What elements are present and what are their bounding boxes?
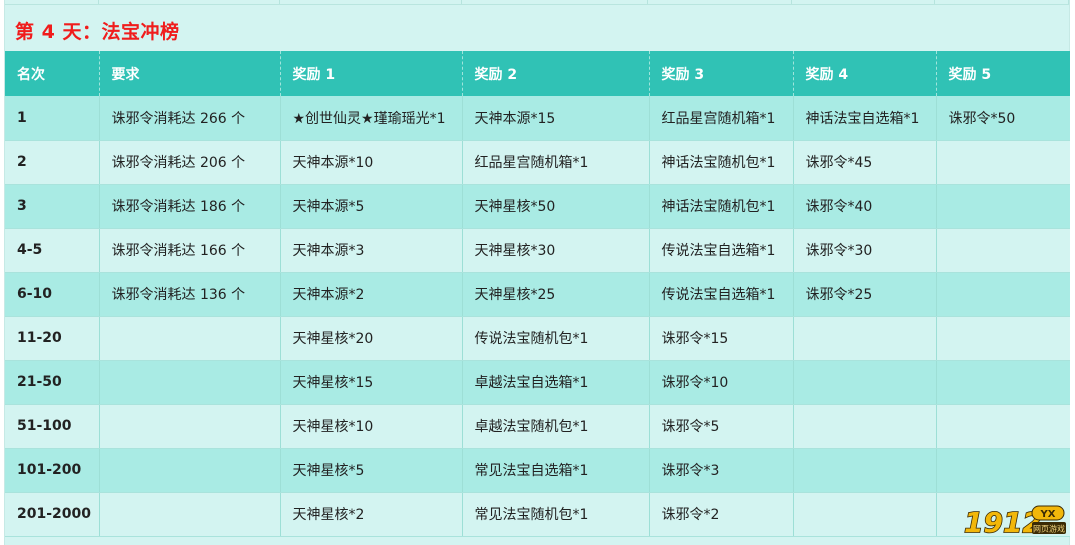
cell-reward-5 — [936, 184, 1070, 229]
cell-requirement: 诛邪令消耗达 186 个 — [99, 184, 281, 229]
cell-reward-5 — [936, 404, 1070, 449]
table-row: 21-50 天神星核*15 卓越法宝自选箱*1 诛邪令*10 — [5, 360, 1070, 405]
cell-rank: 2 — [5, 140, 100, 185]
cell-reward-3: 诛邪令*15 — [649, 316, 794, 361]
cell-requirement — [99, 492, 281, 537]
cell-reward-3: 传说法宝自选箱*1 — [649, 272, 794, 317]
cell-reward-1: 天神星核*2 — [280, 492, 463, 537]
cell-reward-5 — [936, 448, 1070, 493]
cell-reward-4: 诛邪令*30 — [793, 228, 937, 273]
cell-reward-5 — [936, 140, 1070, 185]
cell-reward-2: 常见法宝自选箱*1 — [462, 448, 650, 493]
cell-rank: 11-20 — [5, 316, 100, 361]
cell-reward-3: 诛邪令*10 — [649, 360, 794, 405]
cell-reward-1: 天神星核*20 — [280, 316, 463, 361]
cell-reward-1: 天神星核*5 — [280, 448, 463, 493]
cell-reward-1: 天神本源*10 — [280, 140, 463, 185]
cell-requirement: 诛邪令消耗达 166 个 — [99, 228, 281, 273]
cell-reward-2: 天神星核*50 — [462, 184, 650, 229]
table-row: 6-10 诛邪令消耗达 136 个天神本源*2 天神星核*25 传说法宝自选箱*1 诛邪… — [5, 272, 1070, 317]
cell-reward-4 — [793, 316, 937, 361]
cell-reward-1: 天神星核*15 — [280, 360, 463, 405]
cell-reward-3: 诛邪令*5 — [649, 404, 794, 449]
cell-reward-3: 传说法宝自选箱*1 — [649, 228, 794, 273]
cell-reward-4: 神话法宝自选箱*1 — [793, 96, 937, 141]
cell-reward-4 — [793, 404, 937, 449]
page-frame: 第 4 天：法宝冲榜 名次 要求 奖励 1 奖励 2 奖励 3 奖励 4 奖励 … — [4, 0, 1070, 545]
cell-rank: 101-200 — [5, 448, 100, 493]
cell-reward-3: 神话法宝随机包*1 — [649, 140, 794, 185]
cell-reward-4 — [793, 360, 937, 405]
site-watermark: 1912 YX 网页游戏 — [963, 505, 1066, 539]
cell-reward-2: 常见法宝随机包*1 — [462, 492, 650, 537]
cell-reward-2: 天神星核*30 — [462, 228, 650, 273]
cell-reward-1: ★创世仙灵★瑾瑜瑶光*1 — [280, 96, 463, 141]
watermark-subtitle: 网页游戏 — [1033, 524, 1065, 534]
watermark-badge: YX — [1040, 509, 1056, 520]
cell-reward-4 — [793, 492, 937, 537]
column-header-reward-2: 奖励 2 — [462, 51, 650, 96]
cell-rank: 6-10 — [5, 272, 100, 317]
cell-reward-5 — [936, 360, 1070, 405]
page-title: 第 4 天：法宝冲榜 — [15, 21, 180, 43]
table-header-row: 名次 要求 奖励 1 奖励 2 奖励 3 奖励 4 奖励 5 — [5, 51, 1070, 96]
cell-reward-1: 天神本源*5 — [280, 184, 463, 229]
cell-reward-4: 诛邪令*45 — [793, 140, 937, 185]
cell-reward-2: 卓越法宝自选箱*1 — [462, 360, 650, 405]
table-row: 51-100 天神星核*10 卓越法宝随机包*1 诛邪令*5 — [5, 404, 1070, 449]
cell-rank: 3 — [5, 184, 100, 229]
cell-requirement — [99, 360, 281, 405]
cell-requirement: 诛邪令消耗达 136 个 — [99, 272, 281, 317]
cell-rank: 201-2000 — [5, 492, 100, 537]
cell-reward-3: 红品星宫随机箱*1 — [649, 96, 794, 141]
cell-reward-3: 诛邪令*2 — [649, 492, 794, 537]
cell-rank: 4-5 — [5, 228, 100, 273]
table-row: 11-20 天神星核*20 传说法宝随机包*1 诛邪令*15 — [5, 316, 1070, 361]
cell-requirement: 诛邪令消耗达 206 个 — [99, 140, 281, 185]
cell-reward-5: 诛邪令*50 — [936, 96, 1070, 141]
cell-reward-1: 天神本源*3 — [280, 228, 463, 273]
watermark-brand: 1912 — [964, 506, 1042, 539]
cell-reward-3: 诛邪令*3 — [649, 448, 794, 493]
cell-requirement — [99, 316, 281, 361]
cell-reward-5 — [936, 316, 1070, 361]
cell-reward-3: 神话法宝随机包*1 — [649, 184, 794, 229]
cell-reward-5 — [936, 228, 1070, 273]
cell-reward-2: 天神本源*15 — [462, 96, 650, 141]
column-header-rank: 名次 — [5, 51, 100, 96]
column-header-requirement: 要求 — [99, 51, 281, 96]
cell-reward-4: 诛邪令*40 — [793, 184, 937, 229]
column-header-reward-5: 奖励 5 — [936, 51, 1070, 96]
column-header-reward-1: 奖励 1 — [280, 51, 463, 96]
cell-rank: 51-100 — [5, 404, 100, 449]
table-row: 1 诛邪令消耗达 266 个 ★创世仙灵★瑾瑜瑶光*1 天神本源*15 红品星宫随机箱*… — [5, 96, 1070, 141]
cell-reward-5 — [936, 272, 1070, 317]
cell-requirement: 诛邪令消耗达 266 个 — [99, 96, 281, 141]
cell-rank: 1 — [5, 96, 100, 141]
table-body: 1 诛邪令消耗达 266 个 ★创世仙灵★瑾瑜瑶光*1 天神本源*15 红品星宫随机箱*… — [5, 96, 1070, 537]
cell-reward-1: 天神星核*10 — [280, 404, 463, 449]
cell-reward-4 — [793, 448, 937, 493]
reward-table: 名次 要求 奖励 1 奖励 2 奖励 3 奖励 4 奖励 5 1 诛邪令消耗达 2… — [5, 51, 1070, 537]
cell-reward-2: 天神星核*25 — [462, 272, 650, 317]
cell-reward-2: 传说法宝随机包*1 — [462, 316, 650, 361]
cell-rank: 21-50 — [5, 360, 100, 405]
table-row: 101-200 天神星核*5 常见法宝自选箱*1 诛邪令*3 — [5, 448, 1070, 493]
cell-reward-2: 卓越法宝随机包*1 — [462, 404, 650, 449]
title-bar: 第 4 天：法宝冲榜 — [5, 4, 1069, 50]
column-header-reward-3: 奖励 3 — [649, 51, 794, 96]
cell-reward-4: 诛邪令*25 — [793, 272, 937, 317]
cell-requirement — [99, 404, 281, 449]
cell-requirement — [99, 448, 281, 493]
table-row: 3 诛邪令消耗达 186 个天神本源*5 天神星核*50 神话法宝随机包*1 诛邪令*4… — [5, 184, 1070, 229]
column-header-reward-4: 奖励 4 — [793, 51, 937, 96]
cell-reward-1: 天神本源*2 — [280, 272, 463, 317]
cell-reward-2: 红品星宫随机箱*1 — [462, 140, 650, 185]
table-row: 201-2000 天神星核*2 常见法宝随机包*1 诛邪令*2 — [5, 492, 1070, 537]
table-row: 4-5 诛邪令消耗达 166 个天神本源*3 天神星核*30 传说法宝自选箱*1 诛邪令… — [5, 228, 1070, 273]
table-row: 2 诛邪令消耗达 206 个天神本源*10 红品星宫随机箱*1 神话法宝随机包*1 诛邪… — [5, 140, 1070, 185]
